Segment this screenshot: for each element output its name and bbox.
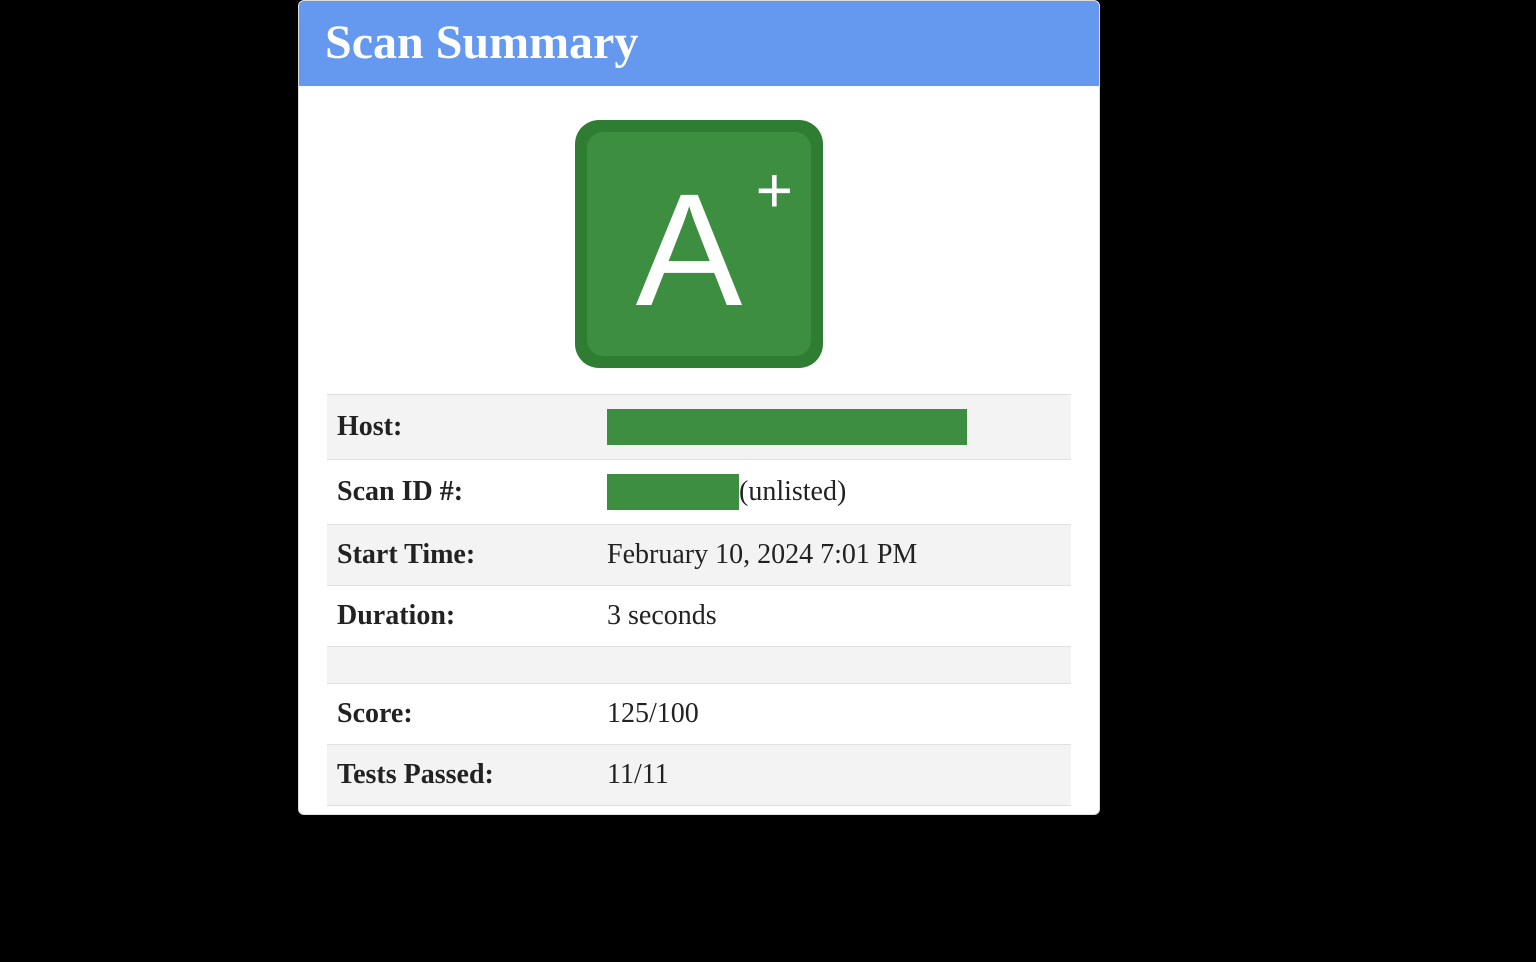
grade-letter: A [636, 170, 743, 330]
card-header: Scan Summary [299, 1, 1099, 86]
start-time-value: February 10, 2024 7:01 PM [597, 525, 1071, 586]
grade-plus-icon: + [756, 158, 793, 222]
row-start-time: Start Time: February 10, 2024 7:01 PM [327, 525, 1071, 586]
scanid-value: (unlisted) [597, 460, 1071, 525]
page-title: Scan Summary [325, 15, 1073, 70]
summary-table: Host: Scan ID #: (unlisted) Start Time: … [327, 394, 1071, 806]
tests-passed-value: 11/11 [597, 745, 1071, 806]
row-score: Score: 125/100 [327, 684, 1071, 745]
score-value: 125/100 [597, 684, 1071, 745]
row-spacer [327, 647, 1071, 684]
duration-value: 3 seconds [597, 586, 1071, 647]
host-redacted [607, 409, 967, 445]
start-time-label: Start Time: [327, 525, 597, 586]
scan-summary-card: Scan Summary A + Host: Scan ID #: (unlis… [298, 0, 1100, 815]
grade-badge-container: A + [299, 86, 1099, 394]
row-tests-passed: Tests Passed: 11/11 [327, 745, 1071, 806]
grade-badge: A + [575, 120, 823, 368]
duration-label: Duration: [327, 586, 597, 647]
tests-passed-label: Tests Passed: [327, 745, 597, 806]
row-scan-id: Scan ID #: (unlisted) [327, 460, 1071, 525]
scanid-note: (unlisted) [739, 476, 846, 507]
grade-badge-inner: A + [587, 132, 811, 356]
score-label: Score: [327, 684, 597, 745]
host-value [597, 395, 1071, 460]
row-host: Host: [327, 395, 1071, 460]
scanid-label: Scan ID #: [327, 460, 597, 525]
scanid-redacted [607, 474, 739, 510]
row-duration: Duration: 3 seconds [327, 586, 1071, 647]
host-label: Host: [327, 395, 597, 460]
